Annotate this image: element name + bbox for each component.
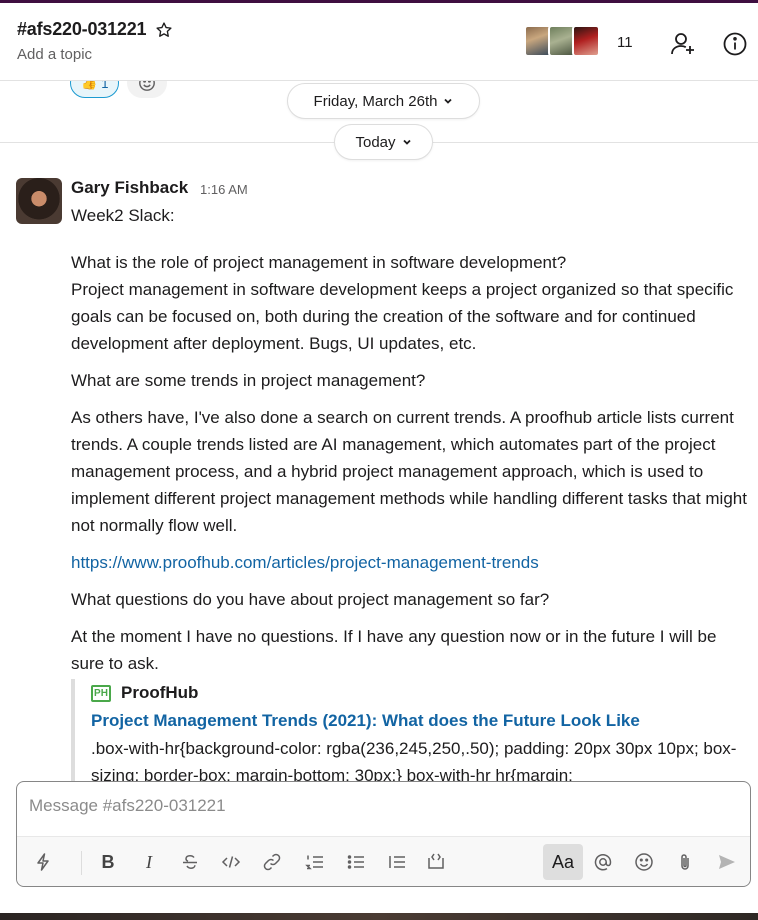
code-block-icon <box>428 853 444 869</box>
strikethrough-button[interactable] <box>172 844 208 880</box>
ordered-list-icon <box>305 855 323 870</box>
bulleted-list-button[interactable] <box>338 844 374 880</box>
code-block-button[interactable] <box>418 844 454 880</box>
emoji-button[interactable] <box>626 844 662 880</box>
message-text: Week2 Slack: <box>71 206 175 225</box>
toolbar-divider <box>81 851 82 875</box>
italic-button[interactable]: I <box>131 844 167 880</box>
preview-site-name: ProofHub <box>121 683 199 702</box>
today-jump-button[interactable]: Today <box>334 124 433 160</box>
preview-title[interactable]: Project Management Trends (2021): What d… <box>91 707 751 735</box>
formatting-toggle-button[interactable]: Aa <box>543 844 583 880</box>
paperclip-icon <box>681 854 689 870</box>
proofhub-logo-icon: PH <box>91 684 111 702</box>
lightning-icon <box>37 853 49 871</box>
chevron-down-icon <box>402 139 411 145</box>
ordered-list-button[interactable] <box>297 844 333 880</box>
send-icon <box>719 855 735 869</box>
message-text: What questions do you have about project… <box>71 590 550 609</box>
member-count[interactable]: 11 <box>617 34 633 51</box>
bold-icon: B <box>101 851 115 872</box>
channel-title[interactable]: #afs220-031221 <box>17 19 173 40</box>
strikethrough-icon <box>183 854 197 869</box>
code-icon <box>221 856 241 868</box>
reaction-bar: 👍 1 <box>70 81 168 98</box>
code-button[interactable] <box>213 844 249 880</box>
sender-avatar[interactable] <box>16 178 62 224</box>
date-jump-button[interactable]: Friday, March 26th <box>287 83 480 119</box>
mention-button[interactable] <box>585 844 621 880</box>
message-composer: B I Aa <box>16 781 751 887</box>
attach-button[interactable] <box>667 844 703 880</box>
member-avatars[interactable] <box>524 25 600 57</box>
message-text: As others have, I've also done a search … <box>71 408 747 535</box>
add-topic-link[interactable]: Add a topic <box>17 46 92 63</box>
message-text: What are some trends in project manageme… <box>71 371 426 390</box>
date-label: Friday, March 26th <box>313 92 438 110</box>
info-icon[interactable] <box>722 31 748 57</box>
channel-header: #afs220-031221 Add a topic 11 <box>0 3 758 81</box>
sender-name[interactable]: Gary Fishback <box>71 178 188 198</box>
star-icon[interactable] <box>155 21 173 39</box>
blockquote-button[interactable] <box>379 844 415 880</box>
message-text: At the moment I have no questions. If I … <box>71 627 717 673</box>
bold-button[interactable]: B <box>90 844 126 880</box>
send-button[interactable] <box>709 844 745 880</box>
smiley-icon <box>139 81 156 91</box>
message-input[interactable] <box>29 796 729 816</box>
chevron-down-icon <box>444 98 453 104</box>
link-preview: PH ProofHub Project Management Trends (2… <box>71 679 751 781</box>
message-link[interactable]: https://www.proofhub.com/articles/projec… <box>71 549 751 576</box>
bottom-strip <box>0 913 758 920</box>
message-list: 👍 1 Friday, March 26th Today Gary Fishba… <box>0 81 758 781</box>
reaction-count: 1 <box>101 81 109 91</box>
composer-toolbar: B I Aa <box>17 836 750 886</box>
preview-description: .box-with-hr{background-color: rgba(236,… <box>91 739 737 781</box>
message-timestamp[interactable]: 1:16 AM <box>200 182 248 197</box>
format-label: Aa <box>551 851 575 872</box>
link-icon <box>263 853 281 871</box>
thumbs-up-icon: 👍 <box>81 81 98 90</box>
add-reaction-button[interactable] <box>127 81 168 98</box>
message-text: What is the role of project management i… <box>71 253 734 353</box>
today-label: Today <box>355 133 396 151</box>
italic-icon: I <box>146 851 152 872</box>
smiley-icon <box>635 853 653 871</box>
add-member-icon[interactable] <box>670 31 696 57</box>
avatar <box>572 25 600 57</box>
blockquote-icon <box>389 856 405 868</box>
shortcuts-button[interactable] <box>25 844 61 880</box>
at-icon <box>594 854 612 871</box>
preview-site[interactable]: PH ProofHub <box>91 679 751 707</box>
link-button[interactable] <box>254 844 290 880</box>
bulleted-list-icon <box>347 855 364 869</box>
reaction-thumbs-up[interactable]: 👍 1 <box>70 81 120 98</box>
channel-name[interactable]: #afs220-031221 <box>17 19 147 40</box>
